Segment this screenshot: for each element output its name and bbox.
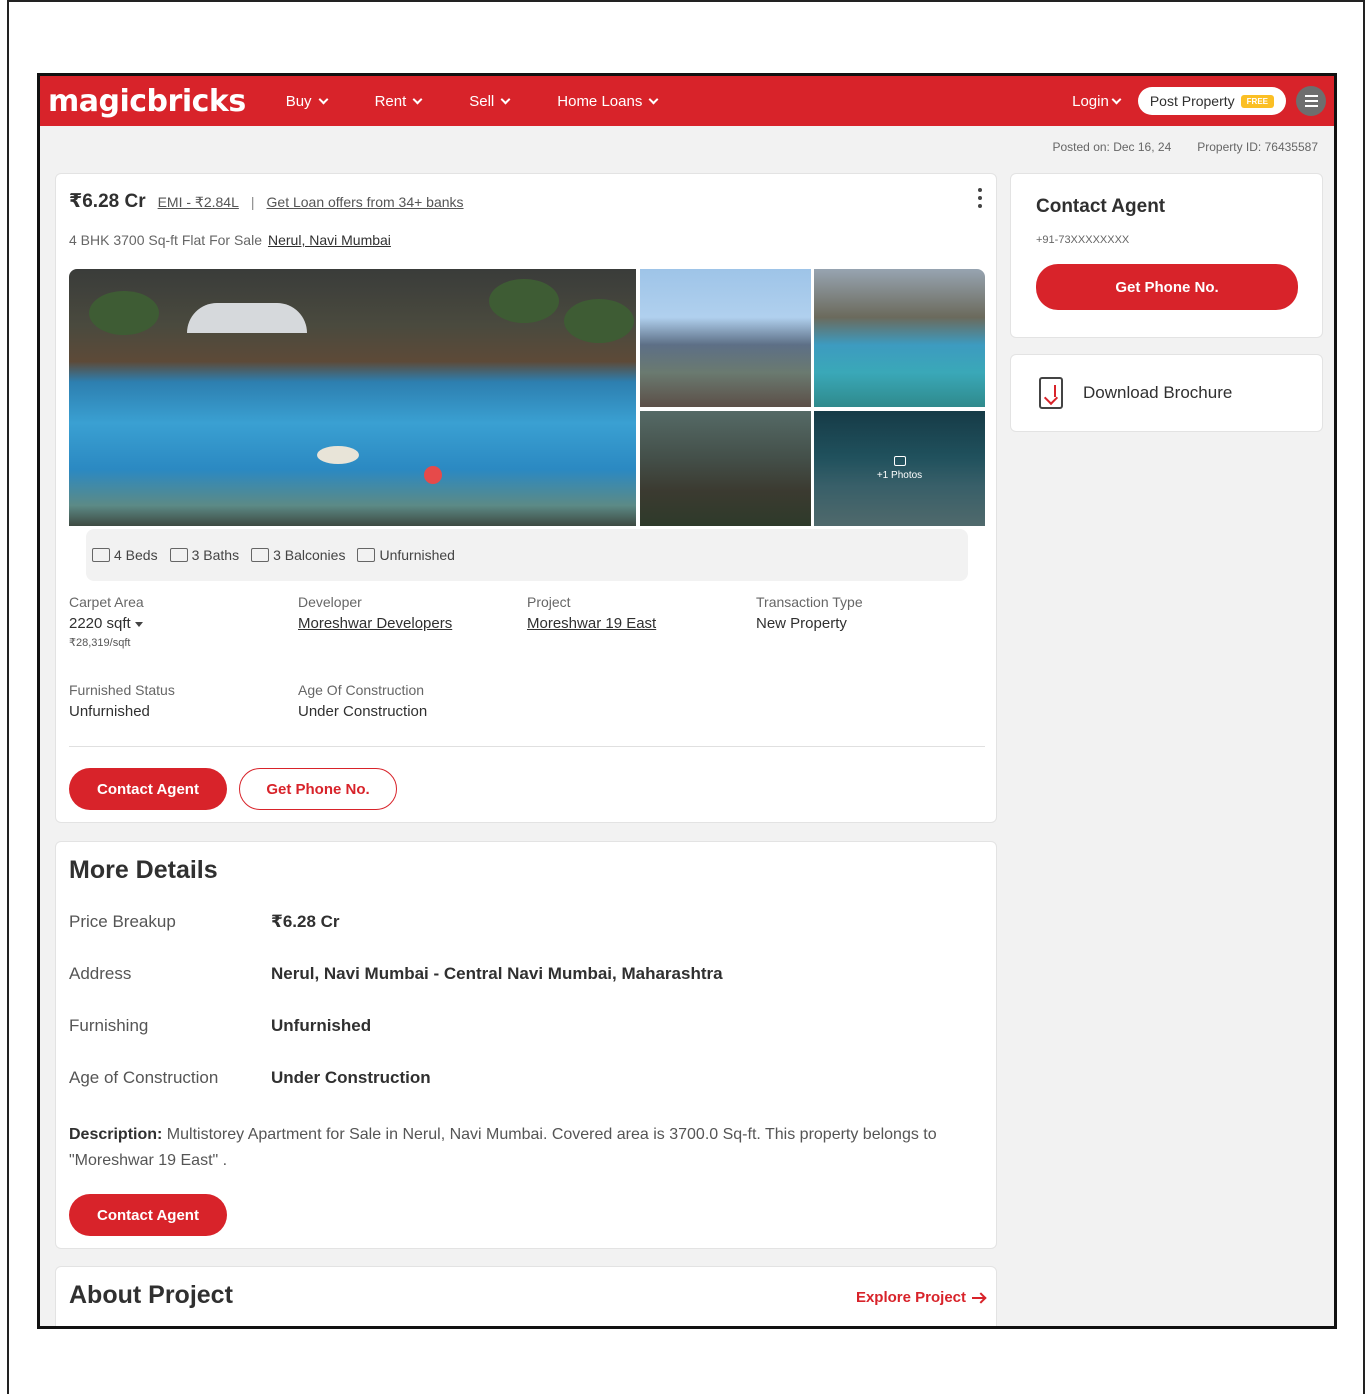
photo-towers[interactable] xyxy=(640,269,811,407)
about-project-card: About Project Explore Project xyxy=(55,1266,997,1326)
posted-on: Posted on: Dec 16, 24 xyxy=(1052,140,1172,154)
photo-more[interactable]: +1 Photos xyxy=(814,411,985,526)
feature-balconies: 3 Balconies xyxy=(251,547,345,563)
developer-link[interactable]: Moreshwar Developers xyxy=(298,615,527,632)
browser-viewport: magicbricks Buy Rent Sell Home Loans Log… xyxy=(37,73,1337,1329)
balcony-icon xyxy=(251,548,270,562)
more-details-title: More Details xyxy=(69,856,218,884)
contact-agent-card: Contact Agent +91-73XXXXXXXX Get Phone N… xyxy=(1010,173,1323,338)
sidebar-get-phone-button[interactable]: Get Phone No. xyxy=(1036,264,1298,310)
top-navbar: magicbricks Buy Rent Sell Home Loans Log… xyxy=(40,76,1334,126)
nav-sell[interactable]: Sell xyxy=(469,93,511,110)
chevron-down-icon xyxy=(412,94,423,104)
spec-project: Project Moreshwar 19 East xyxy=(527,594,756,682)
listing-price: ₹6.28 Cr xyxy=(69,191,146,212)
more-details-card: More Details Price Breakup ₹6.28 Cr Addr… xyxy=(55,841,997,1249)
detail-row-price: Price Breakup ₹6.28 Cr xyxy=(69,912,340,931)
listing-subtitle: 4 BHK 3700 Sq-ft Flat For Sale Nerul, Nav… xyxy=(69,232,391,248)
chevron-down-icon xyxy=(500,94,511,104)
masked-phone: +91-73XXXXXXXX xyxy=(1036,234,1130,246)
post-property-button[interactable]: Post Property FREE xyxy=(1137,87,1286,115)
more-options-icon[interactable] xyxy=(978,188,982,208)
feature-baths: 3 Baths xyxy=(169,547,239,563)
property-id: Property ID: 76435587 xyxy=(1197,140,1318,154)
palm-shape xyxy=(89,291,159,335)
divider xyxy=(69,746,985,747)
specs-grid: Carpet Area 2220 sqft ₹28,319/sqft Devel… xyxy=(69,594,985,770)
details-contact-agent-button[interactable]: Contact Agent xyxy=(69,1194,227,1236)
location-link[interactable]: Nerul, Navi Mumbai xyxy=(268,232,391,248)
furniture-icon xyxy=(357,548,376,562)
chevron-down-icon xyxy=(1111,94,1122,104)
feature-beds: 4 Beds xyxy=(92,547,158,563)
feature-furnishing: Unfurnished xyxy=(357,547,455,563)
emi-link[interactable]: EMI - ₹2.84L xyxy=(158,194,239,211)
palm-shape xyxy=(489,279,559,323)
contact-agent-button[interactable]: Contact Agent xyxy=(69,768,227,810)
explore-project-link[interactable]: Explore Project xyxy=(856,1289,984,1306)
hamburger-menu-icon[interactable] xyxy=(1296,86,1326,116)
umbrella-shape xyxy=(187,303,307,333)
download-brochure-button[interactable]: Download Brochure xyxy=(1010,354,1323,432)
photo-icon xyxy=(893,456,906,466)
spec-transaction-type: Transaction Type New Property xyxy=(756,594,863,632)
feature-strip: 4 Beds 3 Baths 3 Balconies Unfurnished xyxy=(86,529,968,581)
nav-buy[interactable]: Buy xyxy=(286,93,329,110)
chevron-down-icon xyxy=(318,94,329,104)
arrow-right-icon xyxy=(972,1296,984,1299)
price-row: ₹6.28 Cr EMI - ₹2.84L | Get Loan offers … xyxy=(69,190,464,213)
project-link[interactable]: Moreshwar 19 East xyxy=(527,615,756,632)
pool-float-shape xyxy=(317,446,359,464)
download-document-icon xyxy=(1039,377,1063,409)
separator: | xyxy=(250,194,255,210)
detail-row-age: Age of Construction Under Construction xyxy=(69,1068,431,1087)
caret-down-icon[interactable] xyxy=(134,621,143,627)
spec-furnished-status: Furnished Status Unfurnished xyxy=(69,682,175,720)
listing-card: ₹6.28 Cr EMI - ₹2.84L | Get Loan offers … xyxy=(55,173,997,823)
spec-age-of-construction: Age Of Construction Under Construction xyxy=(298,682,428,720)
photo-garden[interactable] xyxy=(640,411,811,526)
description: Description: Multistorey Apartment for S… xyxy=(69,1126,937,1169)
listing-meta: Posted on: Dec 16, 24 Property ID: 76435… xyxy=(1053,140,1319,154)
get-phone-button[interactable]: Get Phone No. xyxy=(239,768,397,810)
pool-ball-shape xyxy=(424,466,442,484)
photo-gallery: +1 Photos xyxy=(69,269,985,552)
detail-row-address: Address Nerul, Navi Mumbai - Central Nav… xyxy=(69,964,723,983)
main-photo-pool[interactable] xyxy=(69,269,636,526)
loan-offers-link[interactable]: Get Loan offers from 34+ banks xyxy=(267,194,464,210)
spec-carpet-area: Carpet Area 2220 sqft ₹28,319/sqft xyxy=(69,594,144,649)
bath-icon xyxy=(169,548,188,562)
contact-agent-title: Contact Agent xyxy=(1036,196,1166,217)
nav-rent[interactable]: Rent xyxy=(375,93,423,110)
detail-row-furnishing: Furnishing Unfurnished xyxy=(69,1016,372,1035)
bed-icon xyxy=(92,548,110,562)
login-dropdown[interactable]: Login xyxy=(1072,93,1122,110)
about-project-title: About Project xyxy=(69,1281,233,1309)
photo-rooftop-pool[interactable] xyxy=(814,269,985,407)
chevron-down-icon xyxy=(648,94,659,104)
magicbricks-logo[interactable]: magicbricks xyxy=(48,84,246,119)
spec-developer: Developer Moreshwar Developers xyxy=(298,594,527,682)
palm-shape xyxy=(564,299,634,343)
nav-home-loans[interactable]: Home Loans xyxy=(557,93,659,110)
free-badge: FREE xyxy=(1240,94,1274,108)
more-photos-overlay: +1 Photos xyxy=(814,411,985,526)
